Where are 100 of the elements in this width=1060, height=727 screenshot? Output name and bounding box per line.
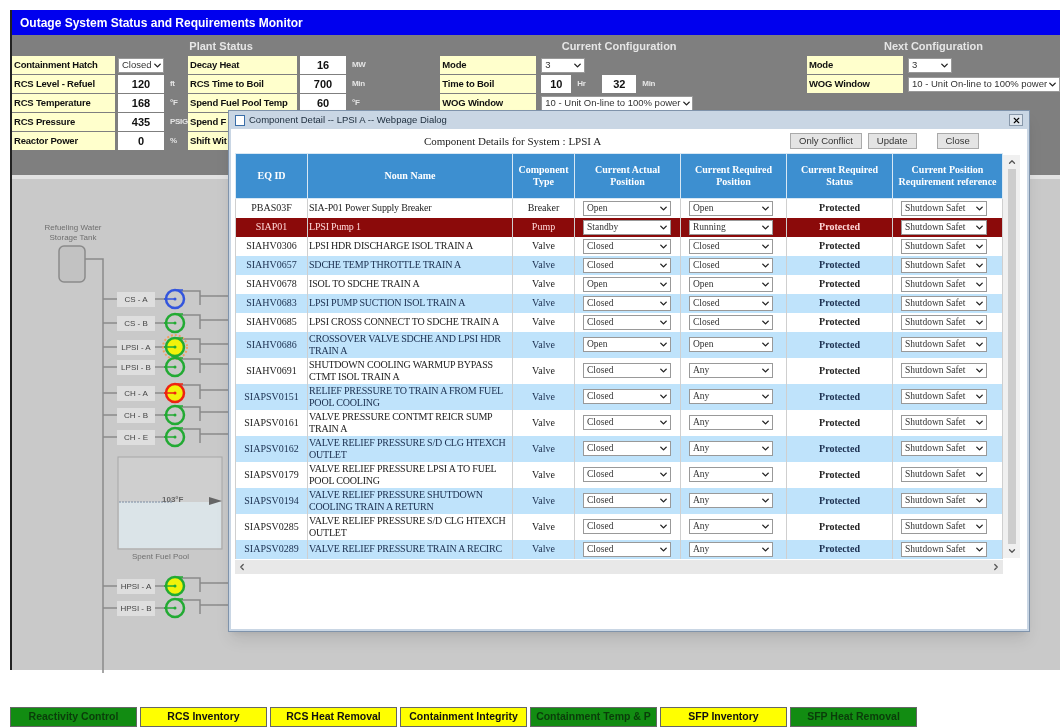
table-row[interactable]: SIAPSV0285 VALVE RELIEF PRESSURE S/D CLG HTEXCH OUTLET Valve Closed Any Protected Shutdown Safet bbox=[235, 513, 1003, 540]
unit-label: % bbox=[170, 135, 177, 147]
pump-icon[interactable] bbox=[163, 426, 186, 448]
value-field[interactable]: 700 bbox=[300, 75, 346, 93]
dropdown[interactable]: 10 - Unit On-line to 100% power bbox=[541, 95, 694, 111]
dropdown[interactable]: 10 - Unit On-line to 100% power bbox=[908, 76, 1060, 92]
dropdown[interactable]: Open bbox=[583, 276, 671, 292]
table-row[interactable]: SIAPSV0151 RELIEF PRESSURE TO TRAIN A FROM FUEL POOL COOLING Valve Closed Any Protected Shutdown Safet bbox=[235, 383, 1003, 410]
dialog-button[interactable]: Close bbox=[936, 133, 979, 149]
dropdown[interactable]: 3 bbox=[541, 57, 586, 73]
dropdown[interactable]: Shutdown Safet bbox=[901, 389, 987, 404]
dropdown[interactable]: Closed bbox=[583, 363, 671, 378]
dropdown[interactable]: Shutdown Safet bbox=[901, 363, 987, 378]
value-field[interactable]: 10 bbox=[541, 75, 572, 93]
dropdown[interactable]: Any bbox=[689, 415, 773, 430]
table-cell: Protected bbox=[786, 539, 893, 559]
table-row[interactable]: SIAHV0686 CROSSOVER VALVE SDCHE AND LPSI HDR TRAIN A Valve Open Open Protected Shutdown Safet bbox=[235, 331, 1003, 358]
dropdown[interactable]: Closed bbox=[583, 257, 671, 273]
scroll-left-icon[interactable] bbox=[237, 561, 247, 572]
dropdown[interactable]: Any bbox=[689, 467, 773, 482]
vertical-scrollbar[interactable] bbox=[1003, 155, 1020, 558]
value-field[interactable]: 120 bbox=[118, 75, 164, 93]
dialog-button[interactable]: Only Conflict bbox=[790, 133, 862, 149]
close-icon[interactable] bbox=[1009, 114, 1023, 126]
value-field[interactable]: 168 bbox=[118, 94, 164, 112]
chevron-down-icon bbox=[974, 417, 985, 428]
function-tab[interactable]: RCS Inventory bbox=[140, 707, 267, 727]
dropdown[interactable]: Closed bbox=[118, 57, 164, 73]
dropdown[interactable]: Closed bbox=[583, 467, 671, 482]
section-title: Current Configuration bbox=[561, 39, 677, 54]
dropdown[interactable]: Open bbox=[689, 337, 773, 352]
dropdown[interactable]: Closed bbox=[689, 238, 773, 254]
pump-icon[interactable] bbox=[163, 597, 186, 619]
value-field[interactable]: 16 bbox=[300, 56, 346, 74]
dropdown[interactable]: Closed bbox=[689, 314, 773, 330]
dropdown[interactable]: Shutdown Safet bbox=[901, 295, 987, 311]
dialog-button[interactable]: Update bbox=[867, 133, 917, 149]
function-tab[interactable]: RCS Heat Removal bbox=[270, 707, 397, 727]
dropdown[interactable]: Shutdown Safet bbox=[901, 541, 987, 557]
value-field[interactable]: 0 bbox=[118, 132, 164, 150]
table-cell: Protected bbox=[786, 461, 893, 488]
pump-icon[interactable] bbox=[163, 575, 186, 597]
pump-icon[interactable] bbox=[163, 356, 186, 378]
dropdown[interactable]: Standby bbox=[583, 219, 671, 235]
dropdown[interactable]: Open bbox=[583, 200, 671, 216]
dropdown[interactable]: Closed bbox=[583, 238, 671, 254]
dropdown[interactable]: Shutdown Safet bbox=[901, 200, 987, 216]
scroll-up-icon[interactable] bbox=[1006, 157, 1017, 167]
table-row[interactable]: SIAHV0691 SHUTDOWN COOLING WARMUP BYPASS CTMT ISOL TRAIN A Valve Closed Any Protected Shutdown Safet bbox=[235, 357, 1003, 384]
dropdown[interactable]: Any bbox=[689, 541, 773, 557]
table-row[interactable]: SIAPSV0161 VALVE PRESSURE CONTMT REICR SUMP TRAIN A Valve Closed Any Protected Shutdown Safet bbox=[235, 409, 1003, 436]
dropdown[interactable]: Shutdown Safet bbox=[901, 519, 987, 534]
pump-icon[interactable] bbox=[163, 288, 186, 310]
dropdown[interactable]: Shutdown Safet bbox=[901, 314, 987, 330]
dropdown[interactable]: Closed bbox=[689, 295, 773, 311]
pump-icon[interactable] bbox=[163, 312, 186, 334]
dropdown[interactable]: Shutdown Safet bbox=[901, 415, 987, 430]
function-tab[interactable]: SFP Inventory bbox=[660, 707, 787, 727]
dropdown[interactable]: Open bbox=[583, 337, 671, 352]
dropdown[interactable]: Shutdown Safet bbox=[901, 441, 987, 456]
dropdown[interactable]: Open bbox=[689, 276, 773, 292]
unit-label: ft bbox=[170, 78, 175, 90]
dropdown[interactable]: Shutdown Safet bbox=[901, 219, 987, 235]
dropdown[interactable]: 3 bbox=[908, 57, 952, 73]
table-cell: VALVE RELIEF PRESSURE SHUTDOWN COOLING TRAIN A RETURN bbox=[307, 487, 513, 514]
scrollbar-thumb[interactable] bbox=[1007, 169, 1016, 544]
dropdown[interactable]: Closed bbox=[583, 493, 671, 508]
horizontal-scrollbar[interactable] bbox=[235, 559, 1003, 574]
function-tab[interactable]: Containment Integrity bbox=[400, 707, 527, 727]
dropdown[interactable]: Shutdown Safet bbox=[901, 337, 987, 352]
pump-icon[interactable] bbox=[163, 382, 186, 404]
table-row[interactable]: SIAPSV0194 VALVE RELIEF PRESSURE SHUTDOWN COOLING TRAIN A RETURN Valve Closed Any Protected Shutdown Safet bbox=[235, 487, 1003, 514]
dropdown[interactable]: Any bbox=[689, 389, 773, 404]
chevron-down-icon bbox=[658, 443, 669, 454]
dropdown[interactable]: Shutdown Safet bbox=[901, 276, 987, 292]
dropdown[interactable]: Any bbox=[689, 519, 773, 534]
dropdown[interactable]: Running bbox=[689, 219, 773, 235]
dropdown[interactable]: Shutdown Safet bbox=[901, 493, 987, 508]
scroll-right-icon[interactable] bbox=[991, 561, 1001, 572]
dropdown[interactable]: Closed bbox=[583, 295, 671, 311]
dropdown[interactable]: Closed bbox=[583, 389, 671, 404]
value-field[interactable]: 32 bbox=[602, 75, 637, 93]
dropdown[interactable]: Closed bbox=[583, 519, 671, 534]
dropdown[interactable]: Closed bbox=[583, 441, 671, 456]
pump-icon[interactable] bbox=[162, 334, 188, 360]
dropdown[interactable]: Any bbox=[689, 363, 773, 378]
dropdown[interactable]: Any bbox=[689, 441, 773, 456]
dropdown[interactable]: Shutdown Safet bbox=[901, 257, 987, 273]
value-field[interactable]: 435 bbox=[118, 113, 164, 131]
dropdown[interactable]: Open bbox=[689, 200, 773, 216]
dropdown[interactable]: Closed bbox=[583, 314, 671, 330]
dropdown[interactable]: Closed bbox=[689, 257, 773, 273]
dropdown[interactable]: Any bbox=[689, 493, 773, 508]
dropdown[interactable]: Closed bbox=[583, 541, 671, 557]
dropdown[interactable]: Shutdown Safet bbox=[901, 238, 987, 254]
dropdown[interactable]: Shutdown Safet bbox=[901, 467, 987, 482]
dropdown[interactable]: Closed bbox=[583, 415, 671, 430]
table-row[interactable]: SIAPSV0179 VALVE RELIEF PRESSURE LPSI A TO FUEL POOL COOLING Valve Closed Any Protected Shutdown Safet bbox=[235, 461, 1003, 488]
pump-icon[interactable] bbox=[163, 404, 186, 426]
table-row[interactable]: SIAPSV0162 VALVE RELIEF PRESSURE S/D CLG HTEXCH OUTLET Valve Closed Any Protected Shutdown Safet bbox=[235, 435, 1003, 462]
